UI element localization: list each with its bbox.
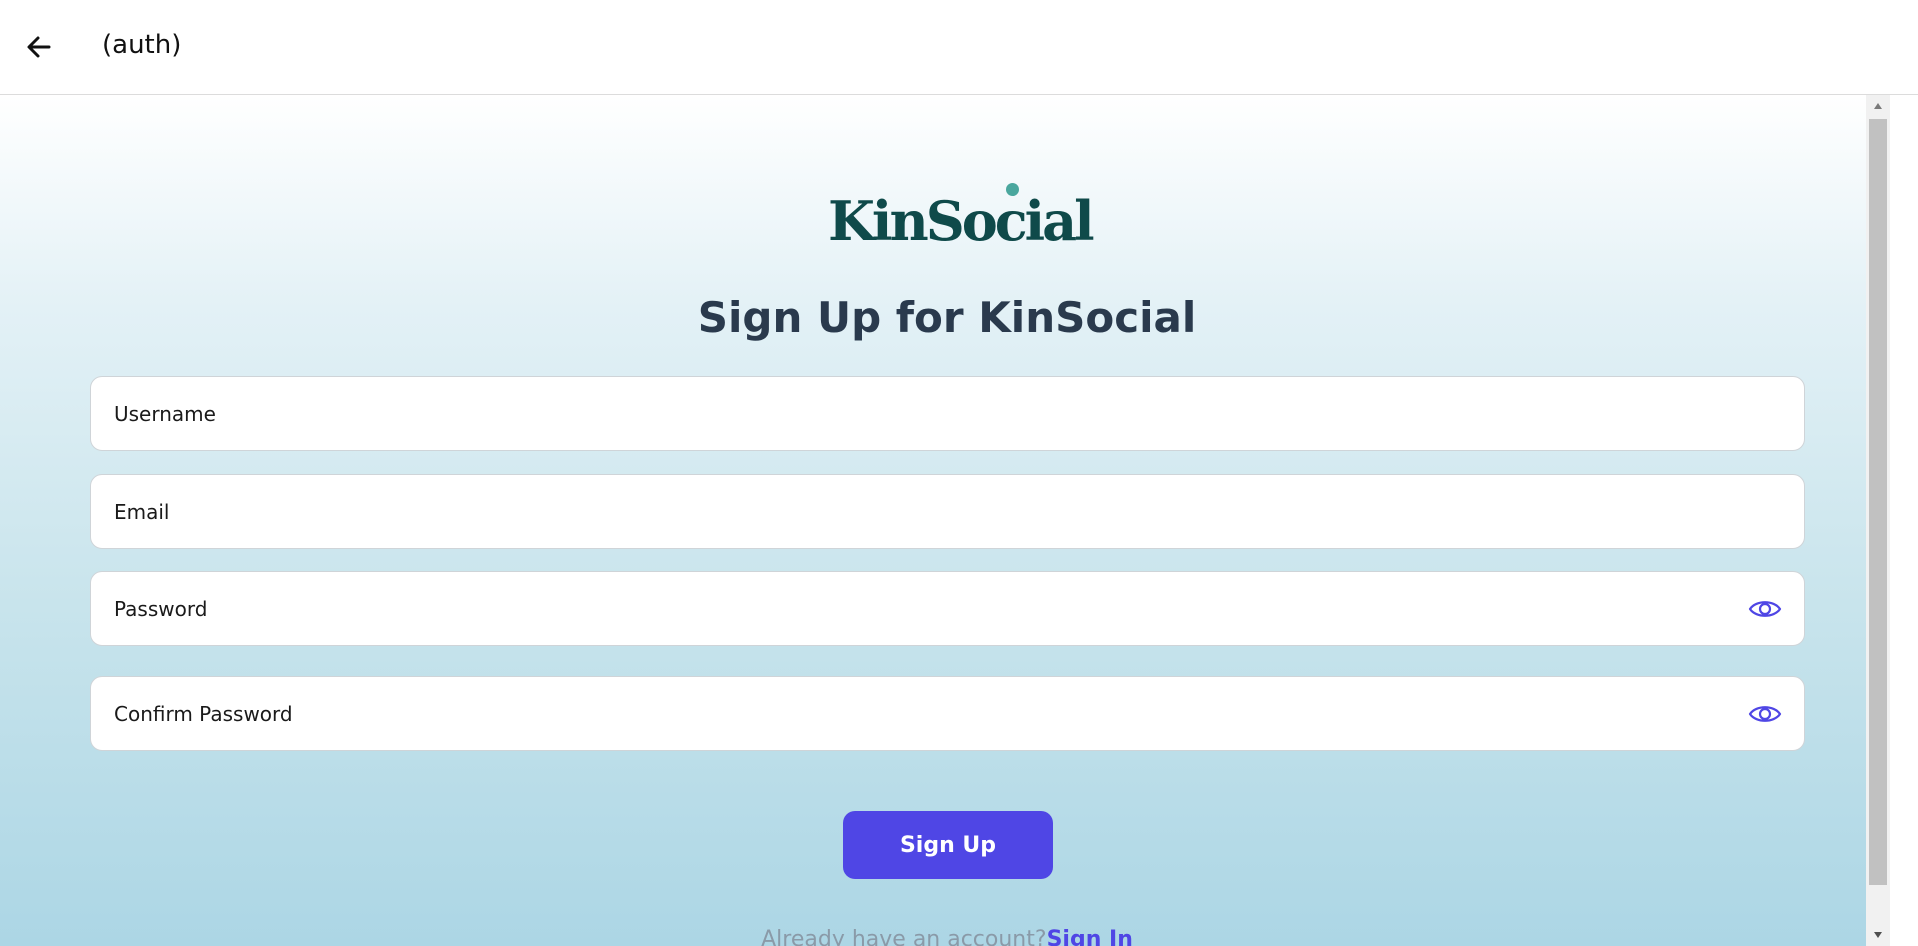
arrow-left-icon [27,36,51,58]
page-title: Sign Up for KinSocial [697,293,1197,342]
eye-icon [1748,706,1782,722]
username-input[interactable] [91,377,1804,450]
confirm-password-input[interactable] [91,677,1804,750]
password-field [90,571,1805,646]
page-viewport: KinSocial Sign Up for KinSocial Username… [0,95,1918,946]
triangle-up-icon [1874,103,1882,109]
sign-in-prompt: Already have an account?Sign In [0,927,1894,946]
password-visibility-toggle[interactable] [1746,592,1784,626]
vertical-scrollbar[interactable] [1866,95,1890,946]
app-header: (auth) [0,0,1918,95]
scroll-down-arrow[interactable] [1866,924,1890,946]
logo-dot [1006,183,1019,196]
scroll-up-arrow[interactable] [1866,95,1890,117]
logo-wordmark: KinSocial [828,189,1095,253]
username-field [90,376,1805,451]
back-button[interactable] [18,26,60,68]
confirm-password-visibility-toggle[interactable] [1746,697,1784,731]
eye-icon [1748,601,1782,617]
signup-page: KinSocial Sign Up for KinSocial Username… [0,95,1868,946]
triangle-down-icon [1874,932,1882,938]
sign-up-button[interactable]: Sign Up [843,811,1053,879]
password-input[interactable] [91,572,1804,645]
header-title: (auth) [102,30,182,60]
sign-in-link[interactable]: Sign In [1047,927,1133,946]
confirm-password-field [90,676,1805,751]
scroll-thumb[interactable] [1869,119,1887,885]
email-input[interactable] [91,475,1804,548]
email-field [90,474,1805,549]
sign-in-prompt-text: Already have an account? [761,927,1047,946]
kinsocial-logo: KinSocial [828,183,1095,251]
